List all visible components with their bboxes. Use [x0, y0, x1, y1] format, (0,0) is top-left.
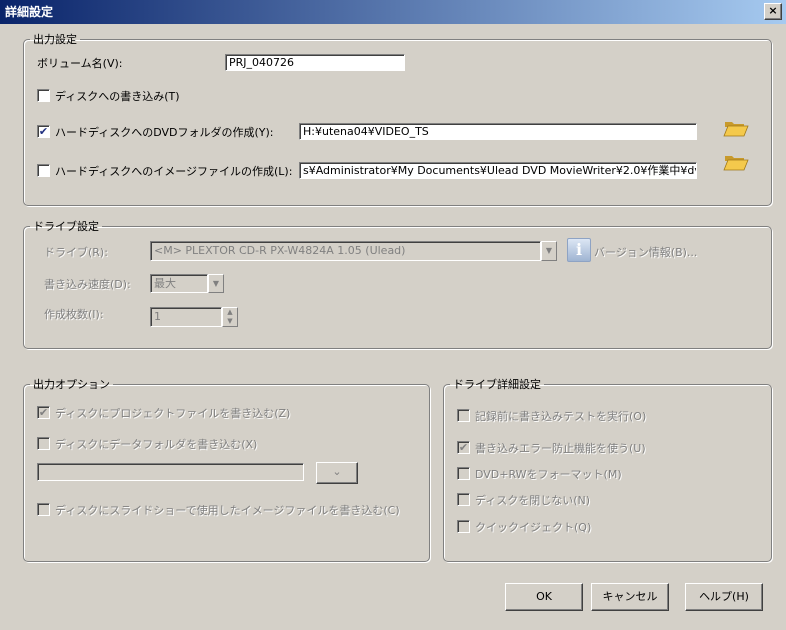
window-title: 詳細設定 [5, 5, 54, 19]
drive-advanced-legend: ドライブ詳細設定 [453, 378, 541, 391]
buffer-protect-checkbox[interactable]: ✔ [457, 441, 470, 454]
write-disc-label[interactable]: ディスクへの書き込み(T) [55, 88, 180, 104]
test-write-label[interactable]: 記録前に書き込みテストを実行(O) [475, 408, 646, 424]
copies-label: 作成枚数(I): [44, 308, 104, 321]
no-close-disc-label[interactable]: ディスクを閉じない(N) [475, 492, 590, 508]
write-disc-checkbox[interactable] [37, 89, 50, 102]
format-dvdrw-label[interactable]: DVD+RWをフォーマット(M) [475, 466, 622, 482]
ok-button[interactable]: OK [505, 583, 583, 611]
info-icon[interactable]: i [567, 238, 591, 262]
title-bar: 詳細設定 × [0, 0, 786, 24]
image-file-label[interactable]: ハードディスクへのイメージファイルの作成(L): [55, 163, 292, 179]
drive-settings-legend: ドライブ設定 [33, 220, 99, 233]
output-options-legend: 出力オプション [33, 378, 110, 391]
dvd-folder-label[interactable]: ハードディスクへのDVDフォルダの作成(Y): [55, 124, 274, 140]
dvd-folder-path-input[interactable]: H:¥utena04¥VIDEO_TS [299, 123, 697, 140]
copies-spinner-icon[interactable]: ▲ ▼ [222, 307, 238, 327]
help-button[interactable]: ヘルプ(H) [685, 583, 763, 611]
no-close-disc-checkbox[interactable] [457, 493, 470, 506]
folder-open-icon[interactable] [723, 119, 749, 137]
data-folder-path-input[interactable] [37, 463, 304, 481]
data-folder-browse-button[interactable]: ⌄ [316, 462, 358, 484]
dvd-folder-checkbox[interactable]: ✔ [37, 125, 50, 138]
test-write-checkbox[interactable] [457, 409, 470, 422]
image-file-checkbox[interactable] [37, 164, 50, 177]
output-settings-legend: 出力設定 [33, 33, 77, 46]
data-folder-label[interactable]: ディスクにデータフォルダを書き込む(X) [55, 436, 257, 452]
drive-select[interactable]: <M> PLEXTOR CD-R PX-W4824A 1.05 (Ulead) [150, 241, 541, 261]
slideshow-checkbox[interactable] [37, 503, 50, 516]
speed-dropdown-arrow-icon[interactable]: ▼ [208, 274, 224, 293]
write-speed-label: 書き込み速度(D): [44, 278, 131, 291]
quick-eject-label[interactable]: クイックイジェクト(Q) [475, 519, 591, 535]
drive-label: ドライブ(R): [44, 246, 108, 259]
volume-label: ボリューム名(V): [37, 57, 123, 70]
copies-input[interactable]: 1 [150, 307, 222, 327]
image-file-path-input[interactable]: s¥Administrator¥My Documents¥Ulead DVD M… [299, 162, 697, 179]
drive-settings-group: ドライブ設定 [23, 218, 772, 349]
slideshow-label[interactable]: ディスクにスライドショーで使用したイメージファイルを書き込む(C) [55, 502, 400, 518]
format-dvdrw-checkbox[interactable] [457, 467, 470, 480]
cancel-button[interactable]: キャンセル [591, 583, 669, 611]
close-button[interactable]: × [764, 3, 782, 20]
quick-eject-checkbox[interactable] [457, 520, 470, 533]
project-file-label[interactable]: ディスクにプロジェクトファイルを書き込む(Z) [55, 405, 290, 421]
folder-open-icon[interactable] [723, 153, 749, 171]
write-speed-select[interactable]: 最大 [150, 274, 208, 293]
buffer-protect-label[interactable]: 書き込みエラー防止機能を使う(U) [475, 440, 646, 456]
drive-dropdown-arrow-icon[interactable]: ▼ [541, 241, 557, 261]
version-info-link[interactable]: バージョン情報(B)... [594, 244, 697, 260]
project-file-checkbox[interactable]: ✔ [37, 406, 50, 419]
volume-input[interactable]: PRJ_040726 [225, 54, 405, 71]
data-folder-checkbox[interactable] [37, 437, 50, 450]
